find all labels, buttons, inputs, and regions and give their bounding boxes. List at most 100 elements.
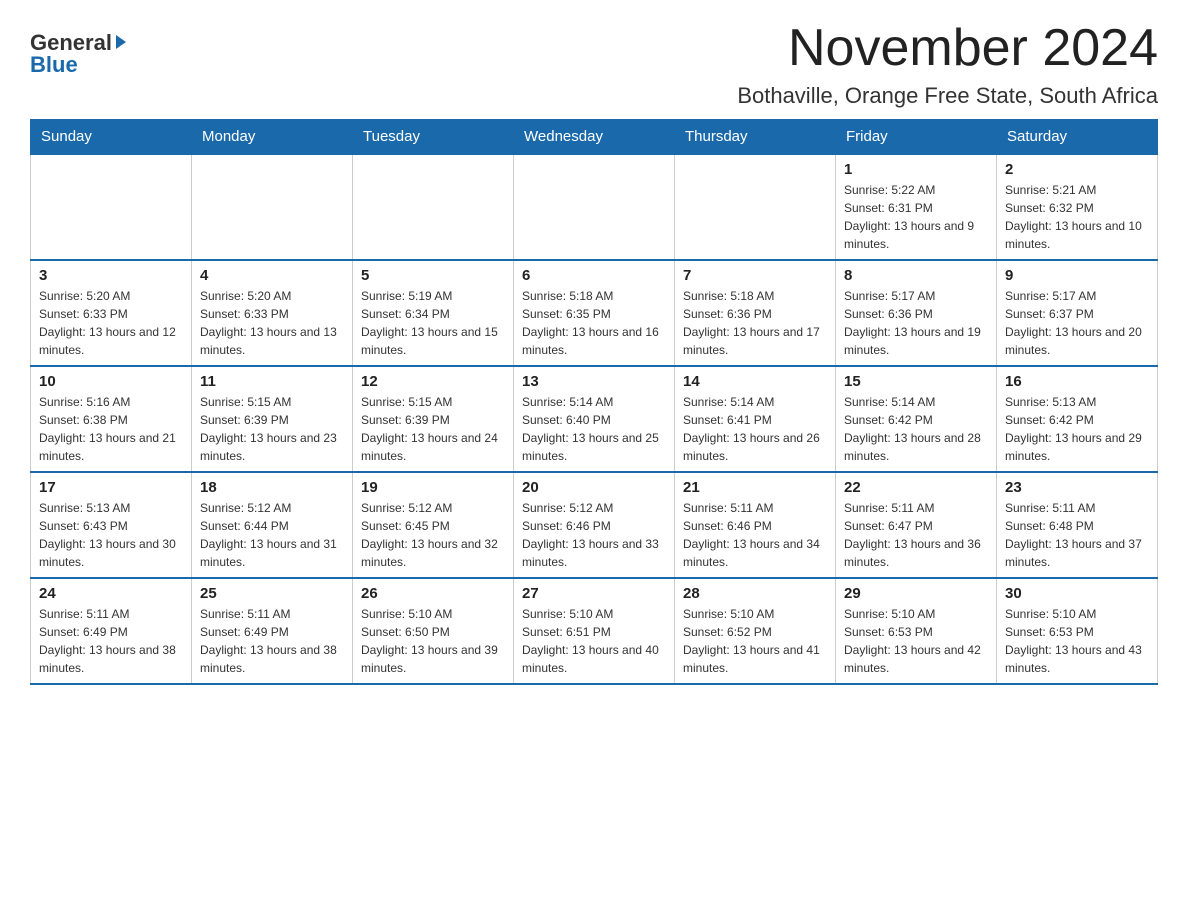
- day-info: Sunrise: 5:13 AMSunset: 6:43 PMDaylight:…: [39, 499, 183, 571]
- day-info: Sunrise: 5:11 AMSunset: 6:48 PMDaylight:…: [1005, 499, 1149, 571]
- day-info: Sunrise: 5:19 AMSunset: 6:34 PMDaylight:…: [361, 287, 505, 359]
- day-number: 5: [361, 267, 505, 284]
- day-number: 26: [361, 585, 505, 602]
- day-cell: 7 Sunrise: 5:18 AMSunset: 6:36 PMDaylight…: [675, 260, 836, 366]
- header-tuesday: Tuesday: [353, 120, 514, 155]
- day-number: 30: [1005, 585, 1149, 602]
- day-info: Sunrise: 5:20 AMSunset: 6:33 PMDaylight:…: [200, 287, 344, 359]
- day-number: 4: [200, 267, 344, 284]
- day-number: 23: [1005, 479, 1149, 496]
- day-cell: 30 Sunrise: 5:10 AMSunset: 6:53 PMDayligh…: [997, 578, 1158, 684]
- day-number: 16: [1005, 373, 1149, 390]
- day-number: 11: [200, 373, 344, 390]
- day-cell: 22 Sunrise: 5:11 AMSunset: 6:47 PMDayligh…: [836, 472, 997, 578]
- day-info: Sunrise: 5:12 AMSunset: 6:45 PMDaylight:…: [361, 499, 505, 571]
- day-cell: [675, 154, 836, 260]
- day-cell: 20 Sunrise: 5:12 AMSunset: 6:46 PMDayligh…: [514, 472, 675, 578]
- day-number: 8: [844, 267, 988, 284]
- day-cell: 3Sunrise: 5:20 AMSunset: 6:33 PMDaylight…: [31, 260, 192, 366]
- day-cell: 10 Sunrise: 5:16 AMSunset: 6:38 PMDayligh…: [31, 366, 192, 472]
- day-info: Sunrise: 5:21 AMSunset: 6:32 PMDaylight:…: [1005, 181, 1149, 253]
- day-cell: 15Sunrise: 5:14 AMSunset: 6:42 PMDayligh…: [836, 366, 997, 472]
- day-number: 18: [200, 479, 344, 496]
- day-info: Sunrise: 5:11 AMSunset: 6:46 PMDaylight:…: [683, 499, 827, 571]
- day-number: 17: [39, 479, 183, 496]
- header-monday: Monday: [192, 120, 353, 155]
- page-header: General Blue November 2024 Bothaville, O…: [30, 20, 1158, 109]
- day-info: Sunrise: 5:18 AMSunset: 6:36 PMDaylight:…: [683, 287, 827, 359]
- day-number: 14: [683, 373, 827, 390]
- day-cell: 9 Sunrise: 5:17 AMSunset: 6:37 PMDaylight…: [997, 260, 1158, 366]
- day-number: 21: [683, 479, 827, 496]
- header-thursday: Thursday: [675, 120, 836, 155]
- day-cell: 14Sunrise: 5:14 AMSunset: 6:41 PMDayligh…: [675, 366, 836, 472]
- day-info: Sunrise: 5:10 AMSunset: 6:50 PMDaylight:…: [361, 605, 505, 677]
- day-info: Sunrise: 5:10 AMSunset: 6:52 PMDaylight:…: [683, 605, 827, 677]
- day-number: 10: [39, 373, 183, 390]
- week-row-2: 10 Sunrise: 5:16 AMSunset: 6:38 PMDayligh…: [31, 366, 1158, 472]
- day-info: Sunrise: 5:10 AMSunset: 6:53 PMDaylight:…: [1005, 605, 1149, 677]
- day-info: Sunrise: 5:15 AMSunset: 6:39 PMDaylight:…: [361, 393, 505, 465]
- day-cell: 13 Sunrise: 5:14 AMSunset: 6:40 PMDayligh…: [514, 366, 675, 472]
- day-cell: 8 Sunrise: 5:17 AMSunset: 6:36 PMDaylight…: [836, 260, 997, 366]
- day-number: 12: [361, 373, 505, 390]
- day-info: Sunrise: 5:13 AMSunset: 6:42 PMDaylight:…: [1005, 393, 1149, 465]
- day-cell: 21 Sunrise: 5:11 AMSunset: 6:46 PMDayligh…: [675, 472, 836, 578]
- day-cell: [192, 154, 353, 260]
- day-number: 9: [1005, 267, 1149, 284]
- day-cell: 4 Sunrise: 5:20 AMSunset: 6:33 PMDaylight…: [192, 260, 353, 366]
- day-cell: 16 Sunrise: 5:13 AMSunset: 6:42 PMDayligh…: [997, 366, 1158, 472]
- day-info: Sunrise: 5:11 AMSunset: 6:49 PMDaylight:…: [39, 605, 183, 677]
- day-number: 3: [39, 267, 183, 284]
- day-cell: [514, 154, 675, 260]
- day-number: 25: [200, 585, 344, 602]
- title-area: November 2024 Bothaville, Orange Free St…: [737, 20, 1158, 109]
- day-info: Sunrise: 5:18 AMSunset: 6:35 PMDaylight:…: [522, 287, 666, 359]
- header-row: SundayMondayTuesdayWednesdayThursdayFrid…: [31, 120, 1158, 155]
- day-cell: [353, 154, 514, 260]
- day-cell: 29 Sunrise: 5:10 AMSunset: 6:53 PMDayligh…: [836, 578, 997, 684]
- day-info: Sunrise: 5:14 AMSunset: 6:42 PMDaylight:…: [844, 393, 988, 465]
- day-cell: 18 Sunrise: 5:12 AMSunset: 6:44 PMDayligh…: [192, 472, 353, 578]
- day-number: 13: [522, 373, 666, 390]
- calendar-table: SundayMondayTuesdayWednesdayThursdayFrid…: [30, 119, 1158, 685]
- header-friday: Friday: [836, 120, 997, 155]
- day-cell: 26 Sunrise: 5:10 AMSunset: 6:50 PMDayligh…: [353, 578, 514, 684]
- day-cell: 27Sunrise: 5:10 AMSunset: 6:51 PMDayligh…: [514, 578, 675, 684]
- day-number: 19: [361, 479, 505, 496]
- month-title: November 2024: [737, 20, 1158, 77]
- header-sunday: Sunday: [31, 120, 192, 155]
- day-number: 7: [683, 267, 827, 284]
- day-info: Sunrise: 5:12 AMSunset: 6:46 PMDaylight:…: [522, 499, 666, 571]
- day-info: Sunrise: 5:12 AMSunset: 6:44 PMDaylight:…: [200, 499, 344, 571]
- day-cell: 12 Sunrise: 5:15 AMSunset: 6:39 PMDayligh…: [353, 366, 514, 472]
- logo: General Blue: [30, 30, 126, 78]
- header-saturday: Saturday: [997, 120, 1158, 155]
- day-info: Sunrise: 5:10 AMSunset: 6:51 PMDaylight:…: [522, 605, 666, 677]
- day-info: Sunrise: 5:11 AMSunset: 6:49 PMDaylight:…: [200, 605, 344, 677]
- day-info: Sunrise: 5:15 AMSunset: 6:39 PMDaylight:…: [200, 393, 344, 465]
- location-title: Bothaville, Orange Free State, South Afr…: [737, 83, 1158, 109]
- day-info: Sunrise: 5:11 AMSunset: 6:47 PMDaylight:…: [844, 499, 988, 571]
- day-cell: 2Sunrise: 5:21 AMSunset: 6:32 PMDaylight…: [997, 154, 1158, 260]
- day-info: Sunrise: 5:16 AMSunset: 6:38 PMDaylight:…: [39, 393, 183, 465]
- logo-arrow-icon: [116, 35, 126, 49]
- day-info: Sunrise: 5:17 AMSunset: 6:36 PMDaylight:…: [844, 287, 988, 359]
- day-cell: 28 Sunrise: 5:10 AMSunset: 6:52 PMDayligh…: [675, 578, 836, 684]
- day-number: 6: [522, 267, 666, 284]
- day-number: 29: [844, 585, 988, 602]
- day-number: 22: [844, 479, 988, 496]
- day-cell: 24 Sunrise: 5:11 AMSunset: 6:49 PMDayligh…: [31, 578, 192, 684]
- day-number: 24: [39, 585, 183, 602]
- day-cell: 5 Sunrise: 5:19 AMSunset: 6:34 PMDaylight…: [353, 260, 514, 366]
- day-number: 1: [844, 161, 988, 178]
- day-cell: 6 Sunrise: 5:18 AMSunset: 6:35 PMDaylight…: [514, 260, 675, 366]
- day-cell: 11 Sunrise: 5:15 AMSunset: 6:39 PMDayligh…: [192, 366, 353, 472]
- day-info: Sunrise: 5:14 AMSunset: 6:40 PMDaylight:…: [522, 393, 666, 465]
- day-info: Sunrise: 5:17 AMSunset: 6:37 PMDaylight:…: [1005, 287, 1149, 359]
- week-row-1: 3 Sunrise: 5:20 AMSunset: 6:33 PMDaylight…: [31, 260, 1158, 366]
- day-info: Sunrise: 5:10 AMSunset: 6:53 PMDaylight:…: [844, 605, 988, 677]
- day-number: 28: [683, 585, 827, 602]
- day-number: 20: [522, 479, 666, 496]
- day-cell: 17 Sunrise: 5:13 AMSunset: 6:43 PMDayligh…: [31, 472, 192, 578]
